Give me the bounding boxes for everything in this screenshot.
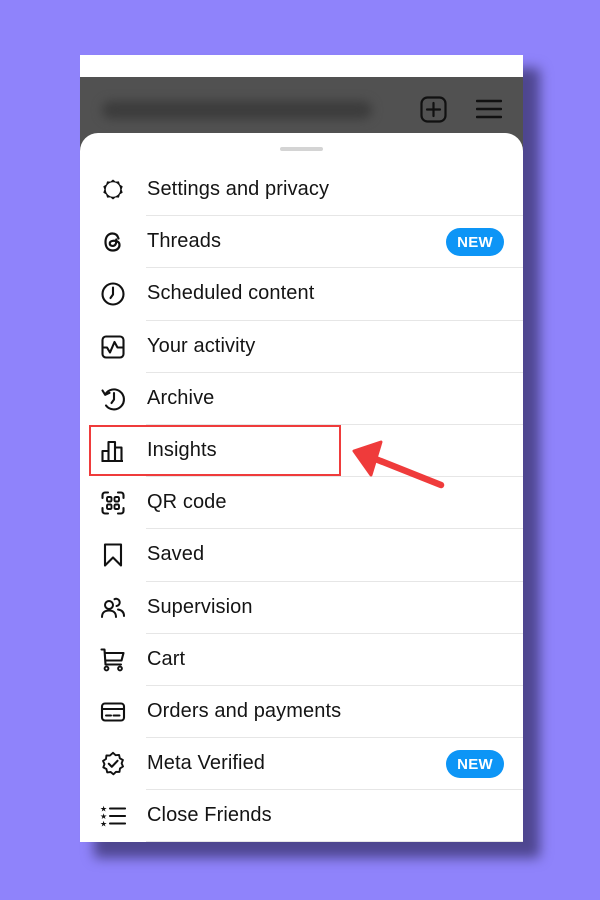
menu-item-meta-verified[interactable]: Meta Verified NEW [80,738,523,791]
menu-item-your-activity[interactable]: Your activity [80,321,523,373]
menu-item-label: Your activity [147,334,256,357]
divider [146,841,523,842]
qr-code-icon [99,489,127,517]
menu-item-qr-code[interactable]: QR code [80,477,523,530]
menu-item-scheduled-content[interactable]: Scheduled content [80,268,523,321]
menu-item-label: Scheduled content [147,282,315,305]
menu-list: Settings and privacy Threads NEW Schedul [80,164,523,842]
menu-item-label: Archive [147,386,215,409]
menu-item-label: Saved [147,543,205,566]
activity-icon [99,333,127,361]
create-button[interactable] [418,94,448,124]
menu-item-label: Cart [147,647,186,670]
hamburger-menu-icon [476,99,502,119]
menu-bottom-sheet: Settings and privacy Threads NEW Schedul [80,133,523,842]
settings-gear-icon [99,176,127,204]
threads-icon [99,228,127,256]
plus-square-icon [419,95,447,123]
menu-item-cart[interactable]: Cart [80,634,523,686]
credit-card-icon [99,698,127,726]
cart-icon [99,646,127,674]
menu-button[interactable] [474,94,504,124]
supervision-people-icon [99,594,127,622]
menu-item-supervision[interactable]: Supervision [80,582,523,634]
new-badge: NEW [446,750,504,779]
username-blurred [102,101,372,119]
bookmark-icon [99,541,127,569]
menu-item-threads[interactable]: Threads NEW [80,216,523,269]
menu-item-label: QR code [147,491,227,514]
menu-item-archive[interactable]: Archive [80,373,523,425]
menu-item-label: Meta Verified [147,752,266,775]
menu-item-label: Settings and privacy [147,178,330,201]
menu-item-label: Supervision [147,595,253,618]
svg-text:★: ★ [100,820,107,829]
sheet-drag-handle[interactable] [280,147,323,151]
menu-item-saved[interactable]: Saved [80,529,523,582]
insights-highlight-box [89,425,341,476]
menu-item-label: Close Friends [147,804,272,827]
close-friends-list-icon: ★ ★ ★ [99,802,127,830]
annotation-arrow-icon [352,440,445,489]
new-badge: NEW [446,228,504,257]
menu-item-label: Threads [147,230,222,253]
menu-item-orders-and-payments[interactable]: Orders and payments [80,686,523,739]
status-bar-area [80,55,523,77]
menu-item-settings-and-privacy[interactable]: Settings and privacy [80,164,523,217]
clock-icon [99,280,127,308]
menu-item-close-friends[interactable]: ★ ★ ★ Close Friends [80,790,523,842]
menu-item-label: Orders and payments [147,700,342,723]
screenshot-stage: Settings and privacy Threads NEW Schedul [0,0,600,900]
archive-history-icon [99,385,127,413]
verified-badge-icon [99,750,127,778]
